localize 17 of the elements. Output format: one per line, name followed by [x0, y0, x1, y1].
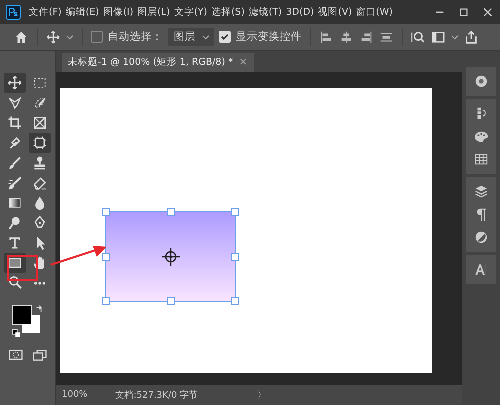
menu-item[interactable]: 视图(V) — [316, 6, 354, 18]
menu-item[interactable]: 编辑(E) — [64, 6, 102, 18]
menu-item[interactable]: 文件(F) — [27, 6, 64, 18]
menu-item[interactable]: 选择(S) — [209, 6, 247, 18]
menu-item[interactable]: 图像(I) — [101, 6, 136, 18]
layer-dropdown[interactable]: 图层 — [168, 28, 214, 46]
menu-item[interactable]: 滤镜(T) — [246, 6, 284, 18]
checkbox-label: 自动选择： — [108, 30, 163, 44]
menu-item[interactable]: 图层(L) — [136, 6, 172, 18]
menu-item[interactable]: 3D(D) — [284, 6, 316, 18]
menu-item[interactable]: 文字(Y) — [172, 6, 210, 18]
zoom-level[interactable]: 100% — [62, 390, 88, 400]
checkbox-label: 显示变换控件 — [236, 30, 302, 44]
document-tab[interactable]: 未标题-1 @ 100% (矩形 1, RGB/8) * × — [62, 53, 254, 72]
status-menu-arrow[interactable]: 〉 — [258, 388, 267, 402]
menu-item[interactable]: 窗口(W) — [354, 6, 395, 18]
document-size: 文档:527.3K/0 字节 — [116, 390, 200, 402]
